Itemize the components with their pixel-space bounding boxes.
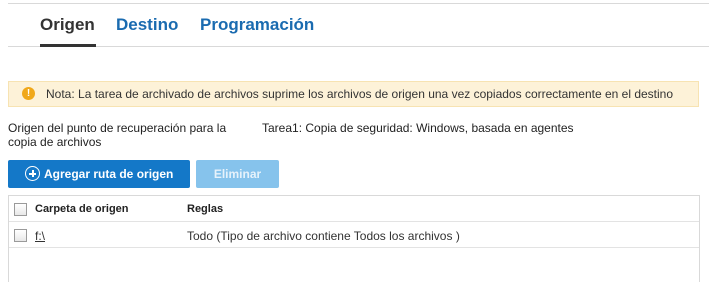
tab-destino[interactable]: Destino	[116, 15, 178, 35]
tab-origen[interactable]: Origen	[40, 15, 95, 35]
row-checkbox[interactable]	[14, 229, 27, 242]
column-header-folder[interactable]: Carpeta de origen	[35, 203, 129, 215]
source-table: Carpeta de origen Reglas f:\ Todo (Tipo …	[8, 195, 700, 282]
note-text: Nota: La tarea de archivado de archivos …	[46, 87, 674, 101]
delete-button[interactable]: Eliminar	[196, 160, 279, 188]
recovery-point-value: Tarea1: Copia de seguridad: Windows, bas…	[262, 121, 574, 135]
plus-circle-icon	[25, 166, 40, 181]
recovery-point-label: Origen del punto de recuperación para la…	[8, 121, 227, 149]
table-row[interactable]: f:\ Todo (Tipo de archivo contiene Todos…	[9, 222, 699, 248]
source-folder-link[interactable]: f:\	[35, 229, 45, 243]
rules-cell: Todo (Tipo de archivo contiene Todos los…	[187, 229, 460, 243]
column-header-rules[interactable]: Reglas	[187, 203, 223, 215]
add-source-path-label: Agregar ruta de origen	[44, 167, 174, 181]
active-tab-indicator	[40, 44, 96, 47]
table-header: Carpeta de origen Reglas	[9, 196, 699, 222]
tab-programacion[interactable]: Programación	[200, 15, 314, 35]
select-all-checkbox[interactable]	[14, 203, 27, 216]
add-source-path-button[interactable]: Agregar ruta de origen	[8, 160, 190, 188]
note-banner: ! Nota: La tarea de archivado de archivo…	[8, 81, 699, 107]
tab-bar: Origen Destino Programación	[8, 4, 709, 47]
warning-icon: !	[22, 87, 35, 100]
